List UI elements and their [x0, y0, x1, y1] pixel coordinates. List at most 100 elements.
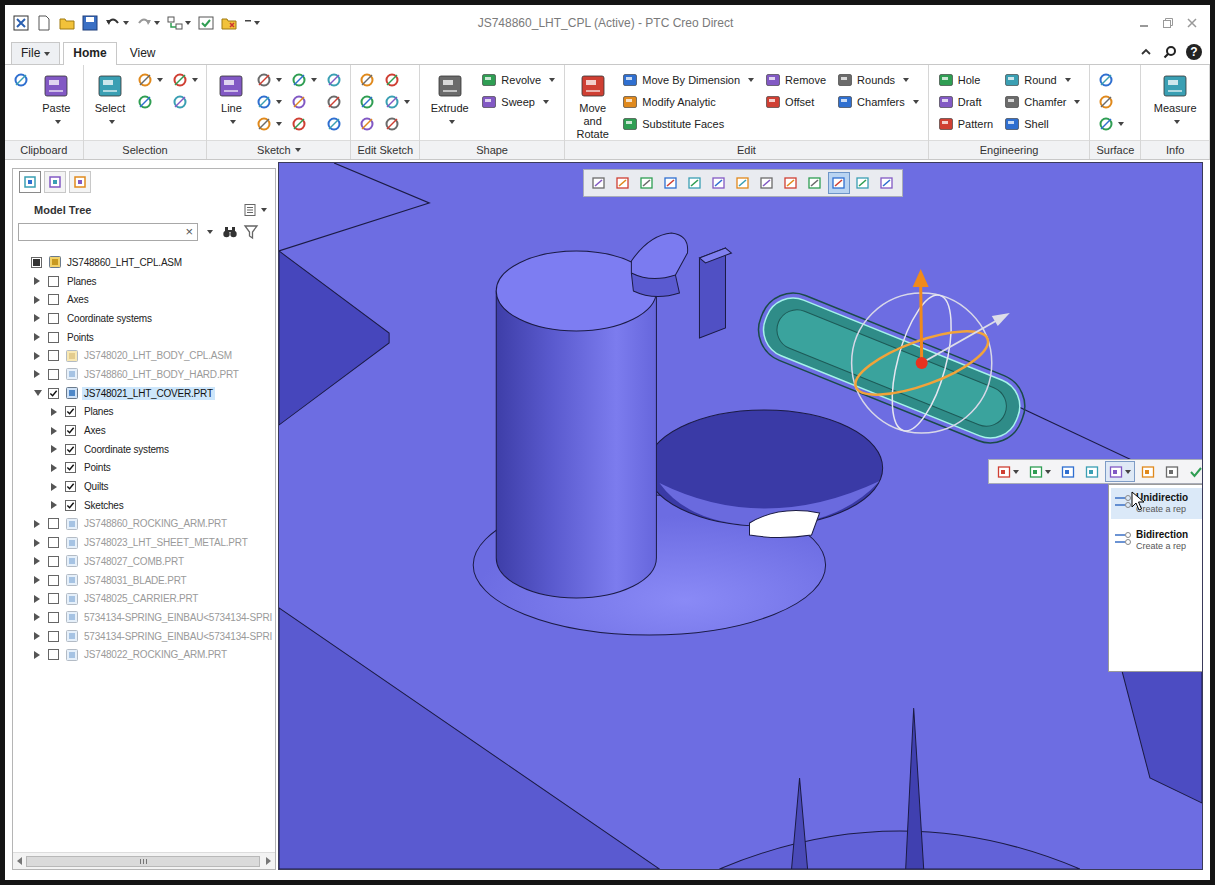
expand-arrow[interactable] — [49, 462, 65, 474]
ribbon-icon-button[interactable] — [1095, 91, 1127, 112]
dropdown-arrow-icon[interactable] — [903, 78, 909, 82]
minimize-icon[interactable] — [1138, 17, 1150, 29]
scroll-left-icon[interactable] — [17, 857, 22, 865]
dropdown-arrow-icon[interactable] — [1065, 78, 1071, 82]
collapse-ribbon-icon[interactable] — [1139, 45, 1153, 59]
scroll-right-icon[interactable] — [266, 857, 271, 865]
tree-item[interactable]: Coordinate systems — [13, 309, 275, 328]
ribbon-icon-button[interactable] — [381, 91, 413, 112]
ribbon-tab[interactable]: Home — [63, 42, 116, 65]
redo-button[interactable] — [136, 15, 160, 31]
dropdown-arrow-icon[interactable] — [230, 120, 236, 124]
dropdown-arrow-icon[interactable] — [192, 78, 198, 82]
open-folder-icon[interactable] — [59, 15, 75, 31]
dropdown-arrow-icon[interactable] — [1013, 470, 1019, 474]
model-scene[interactable] — [279, 163, 1202, 869]
dropdown-arrow-icon[interactable] — [543, 100, 549, 104]
dropdown-arrow-icon[interactable] — [276, 100, 282, 104]
ribbon-icon-button[interactable] — [323, 69, 345, 90]
ribbon-large-button[interactable]: Measure — [1146, 69, 1204, 130]
expand-arrow[interactable] — [32, 555, 48, 567]
ribbon-small-button[interactable]: Move By Dimension — [618, 69, 758, 90]
ribbon-icon-button[interactable] — [253, 91, 285, 112]
tree-item[interactable]: JS748031_BLADE.PRT — [13, 571, 275, 590]
regenerate-button[interactable] — [167, 15, 191, 31]
customize-icon[interactable] — [244, 15, 252, 31]
ribbon-icon-button[interactable] — [381, 113, 413, 134]
expand-arrow-icon[interactable] — [51, 501, 57, 509]
expand-arrow-icon[interactable] — [34, 352, 40, 360]
dropdown-arrow-icon[interactable] — [1174, 120, 1180, 124]
undo-icon[interactable] — [105, 15, 121, 31]
ribbon-small-button[interactable]: Revolve — [477, 69, 559, 90]
ribbon-tab[interactable]: File — [11, 42, 60, 64]
view-toolbar-button[interactable] — [828, 172, 850, 194]
tree-search-field[interactable]: × — [18, 223, 198, 241]
ribbon-icon-button[interactable] — [253, 69, 285, 90]
dropdown-arrow-icon[interactable] — [404, 100, 410, 104]
tree-item[interactable]: Points — [13, 459, 275, 478]
view-toolbar-button[interactable] — [780, 172, 802, 194]
expand-arrow[interactable] — [32, 518, 48, 530]
ribbon-small-button[interactable]: Modify Analytic — [618, 91, 758, 112]
dropdown-arrow-icon[interactable] — [748, 78, 754, 82]
horizontal-scrollbar[interactable] — [13, 852, 275, 869]
ribbon-small-button[interactable]: Shell — [1000, 113, 1084, 134]
ribbon-small-button[interactable]: Pattern — [934, 113, 997, 134]
expand-arrow[interactable] — [32, 537, 48, 549]
visibility-checkbox[interactable] — [65, 406, 76, 417]
visibility-checkbox[interactable] — [48, 556, 59, 567]
tree-item[interactable]: JS748860_LHT_CPL.ASM — [13, 253, 275, 272]
mini-toolbar-button[interactable] — [1105, 461, 1135, 482]
view-toolbar-button[interactable] — [636, 172, 658, 194]
ribbon-small-button[interactable]: Round — [1000, 69, 1084, 90]
tree-item[interactable]: JS748021_LHT_COVER.PRT — [13, 384, 275, 403]
visibility-checkbox[interactable] — [48, 294, 59, 305]
clear-search-button[interactable]: × — [185, 225, 193, 239]
tree-item[interactable]: Planes — [13, 272, 275, 291]
ribbon-icon-button[interactable] — [356, 91, 378, 112]
scroll-thumb[interactable] — [26, 856, 260, 867]
expand-arrow-icon[interactable] — [34, 539, 40, 547]
expand-arrow[interactable] — [32, 275, 48, 287]
visibility-checkbox[interactable] — [31, 257, 42, 268]
view-toolbar-button[interactable] — [588, 172, 610, 194]
visibility-checkbox[interactable] — [48, 518, 59, 529]
tree-settings-button[interactable] — [243, 203, 267, 217]
ribbon-small-button[interactable]: Remove — [761, 69, 830, 90]
visibility-checkbox[interactable] — [48, 276, 59, 287]
mini-toolbar-button[interactable] — [993, 461, 1023, 482]
tree-item[interactable]: JS748023_LHT_SHEET_METAL.PRT — [13, 533, 275, 552]
expand-arrow[interactable] — [32, 387, 48, 399]
expand-arrow[interactable] — [32, 574, 48, 586]
ribbon-icon-button[interactable] — [1095, 69, 1127, 90]
ribbon-small-button[interactable]: Substitute Faces — [618, 113, 758, 134]
menu-item[interactable]: UnidirectioCreate a rep — [1111, 488, 1202, 519]
undo-button[interactable] — [105, 15, 129, 31]
mini-toolbar-button[interactable] — [1137, 461, 1159, 482]
ribbon-icon-button[interactable] — [134, 91, 166, 112]
dropdown-arrow-icon[interactable] — [55, 120, 61, 124]
panel-tab[interactable] — [19, 171, 41, 193]
tree-item[interactable]: JS748025_CARRIER.PRT — [13, 589, 275, 608]
ribbon-icon-button[interactable] — [323, 91, 345, 112]
ribbon-icon-button[interactable] — [288, 69, 320, 90]
expand-arrow[interactable] — [49, 481, 65, 493]
dropdown-arrow-icon[interactable] — [154, 21, 160, 25]
dropdown-arrow-icon[interactable] — [254, 21, 260, 25]
expand-arrow-icon[interactable] — [51, 464, 57, 472]
view-toolbar-button[interactable] — [660, 172, 682, 194]
expand-arrow-icon[interactable] — [34, 557, 40, 565]
ribbon-large-button[interactable]: Select — [89, 69, 132, 130]
new-file-icon[interactable] — [36, 15, 52, 31]
mini-toolbar-button[interactable] — [1025, 461, 1055, 482]
tree-item[interactable]: Coordinate systems — [13, 440, 275, 459]
expand-arrow-icon[interactable] — [34, 296, 40, 304]
visibility-checkbox[interactable] — [65, 425, 76, 436]
dropdown-arrow-icon[interactable] — [1125, 470, 1131, 474]
ribbon-large-button[interactable]: Extrude — [425, 69, 474, 130]
tree-item[interactable]: JS748860_LHT_BODY_HARD.PRT — [13, 365, 275, 384]
expand-arrow[interactable] — [32, 649, 48, 661]
ribbon-icon-button[interactable] — [10, 69, 32, 90]
ribbon-icon-button[interactable] — [1095, 113, 1127, 134]
